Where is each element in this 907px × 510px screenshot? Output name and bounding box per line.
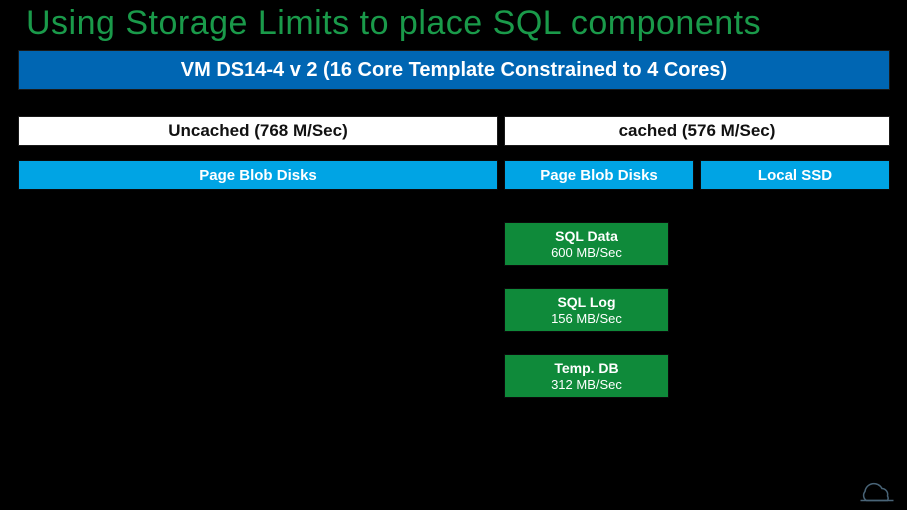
vm-band: VM DS14-4 v 2 (16 Core Template Constrai… <box>18 50 890 90</box>
sql-data-rate: 600 MB/Sec <box>551 245 622 261</box>
uncached-band: Uncached (768 M/Sec) <box>18 116 498 146</box>
sql-log-box: SQL Log 156 MB/Sec <box>504 288 669 332</box>
sql-log-rate: 156 MB/Sec <box>551 311 622 327</box>
disk-band-cached: Page Blob Disks <box>504 160 694 190</box>
sql-log-label: SQL Log <box>557 294 615 311</box>
sql-data-label: SQL Data <box>555 228 618 245</box>
cached-band: cached (576 M/Sec) <box>504 116 890 146</box>
slide-title: Using Storage Limits to place SQL compon… <box>26 4 761 43</box>
disk-band-localssd: Local SSD <box>700 160 890 190</box>
sql-tempdb-box: Temp. DB 312 MB/Sec <box>504 354 669 398</box>
sql-data-box: SQL Data 600 MB/Sec <box>504 222 669 266</box>
disk-band-uncached: Page Blob Disks <box>18 160 498 190</box>
cloud-icon <box>859 478 895 502</box>
sql-tempdb-rate: 312 MB/Sec <box>551 377 622 393</box>
sql-tempdb-label: Temp. DB <box>554 360 618 377</box>
